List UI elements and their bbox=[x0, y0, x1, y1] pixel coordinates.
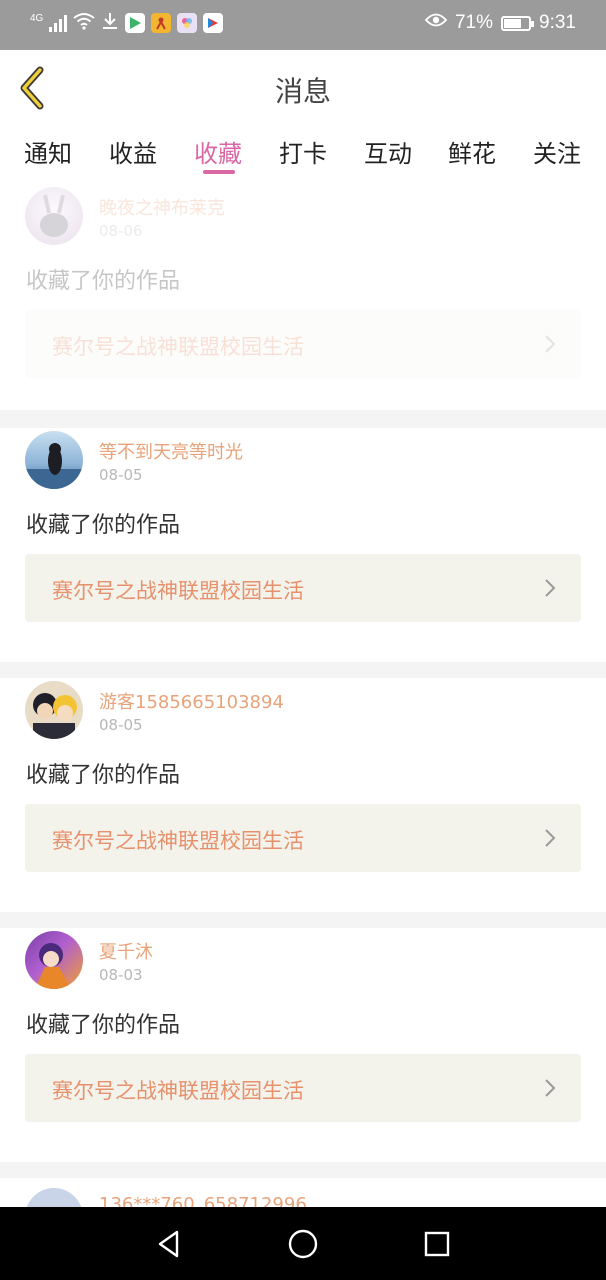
tab-earnings[interactable]: 收益 bbox=[109, 134, 157, 169]
active-tab-indicator bbox=[203, 170, 235, 174]
notification-list[interactable]: 晚夜之神布莱克 08-06 收藏了你的作品 赛尔号之战神联盟校园生活 等不到天亮… bbox=[0, 184, 606, 1207]
action-text: 收藏了你的作品 bbox=[26, 763, 181, 788]
tab-interaction[interactable]: 互动 bbox=[364, 134, 412, 169]
wifi-icon bbox=[73, 12, 95, 34]
clock: 9:31 bbox=[539, 12, 576, 33]
tab-favorites[interactable]: 收藏 bbox=[194, 134, 242, 169]
action-text: 收藏了你的作品 bbox=[26, 513, 181, 538]
tab-notice[interactable]: 通知 bbox=[24, 134, 72, 169]
list-item: 136***760_658712996 bbox=[0, 1178, 606, 1207]
date: 08-06 bbox=[99, 222, 143, 240]
action-text: 收藏了你的作品 bbox=[26, 269, 181, 294]
avatar[interactable] bbox=[25, 187, 83, 245]
username[interactable]: 136***760_658712996 bbox=[99, 1194, 307, 1207]
page-title: 消息 bbox=[274, 75, 331, 108]
work-title: 赛尔号之战神联盟校园生活 bbox=[52, 579, 304, 603]
list-item: 游客1585665103894 08-05 收藏了你的作品 赛尔号之战神联盟校园… bbox=[0, 678, 606, 912]
tab-bar: 通知 收益 收藏 打卡 互动 鲜花 关注 bbox=[0, 126, 606, 184]
system-nav-bar bbox=[0, 1207, 606, 1280]
home-circle-icon bbox=[288, 1229, 318, 1259]
tab-flowers[interactable]: 鲜花 bbox=[448, 134, 496, 169]
status-bar: 4G 71% 9:31 bbox=[0, 0, 606, 50]
status-left: 4G bbox=[30, 12, 224, 34]
date: 08-05 bbox=[99, 466, 143, 484]
back-triangle-icon bbox=[158, 1230, 179, 1258]
chevron-right-icon bbox=[545, 1079, 556, 1097]
chevron-right-icon bbox=[545, 335, 556, 353]
photo-app-icon bbox=[177, 13, 198, 33]
tab-follow[interactable]: 关注 bbox=[533, 134, 581, 169]
username[interactable]: 等不到天亮等时光 bbox=[99, 438, 243, 464]
game-app-icon bbox=[151, 13, 172, 33]
video-app-icon bbox=[203, 13, 224, 33]
username[interactable]: 晚夜之神布莱克 bbox=[99, 194, 225, 220]
nav-back-button[interactable] bbox=[152, 1227, 186, 1261]
chevron-right-icon bbox=[545, 579, 556, 597]
username[interactable]: 游客1585665103894 bbox=[99, 688, 284, 714]
work-title: 赛尔号之战神联盟校园生活 bbox=[52, 829, 304, 853]
battery-percent: 71% bbox=[454, 12, 494, 33]
header: 消息 bbox=[0, 50, 606, 126]
work-link[interactable]: 赛尔号之战神联盟校园生活 bbox=[25, 554, 581, 622]
eye-icon bbox=[424, 12, 448, 34]
work-title: 赛尔号之战神联盟校园生活 bbox=[52, 1079, 304, 1103]
nav-recents-button[interactable] bbox=[420, 1227, 454, 1261]
nav-home-button[interactable] bbox=[286, 1227, 320, 1261]
avatar[interactable] bbox=[25, 931, 83, 989]
action-text: 收藏了你的作品 bbox=[26, 1013, 181, 1038]
list-item: 等不到天亮等时光 08-05 收藏了你的作品 赛尔号之战神联盟校园生活 bbox=[0, 428, 606, 662]
tab-checkin[interactable]: 打卡 bbox=[279, 134, 327, 169]
battery-fill bbox=[504, 18, 522, 28]
work-link[interactable]: 赛尔号之战神联盟校园生活 bbox=[25, 310, 581, 378]
status-right: 71% 9:31 bbox=[424, 12, 576, 34]
work-link[interactable]: 赛尔号之战神联盟校园生活 bbox=[25, 1054, 581, 1122]
list-item: 晚夜之神布莱克 08-06 收藏了你的作品 赛尔号之战神联盟校园生活 bbox=[0, 184, 606, 410]
username[interactable]: 夏千沐 bbox=[99, 938, 153, 964]
avatar[interactable] bbox=[25, 681, 83, 739]
work-link[interactable]: 赛尔号之战神联盟校园生活 bbox=[25, 804, 581, 872]
chevron-right-icon bbox=[545, 829, 556, 847]
battery-icon bbox=[501, 15, 535, 31]
avatar[interactable] bbox=[25, 431, 83, 489]
download-icon bbox=[101, 12, 119, 34]
date: 08-05 bbox=[99, 716, 143, 734]
list-item: 夏千沐 08-03 收藏了你的作品 赛尔号之战神联盟校园生活 bbox=[0, 928, 606, 1162]
work-title: 赛尔号之战神联盟校园生活 bbox=[52, 335, 304, 359]
recents-square-icon bbox=[424, 1231, 450, 1257]
avatar[interactable] bbox=[25, 1188, 83, 1207]
signal-icon bbox=[49, 14, 68, 32]
date: 08-03 bbox=[99, 966, 143, 984]
network-type: 4G bbox=[30, 12, 44, 24]
play-store-icon bbox=[125, 13, 146, 33]
